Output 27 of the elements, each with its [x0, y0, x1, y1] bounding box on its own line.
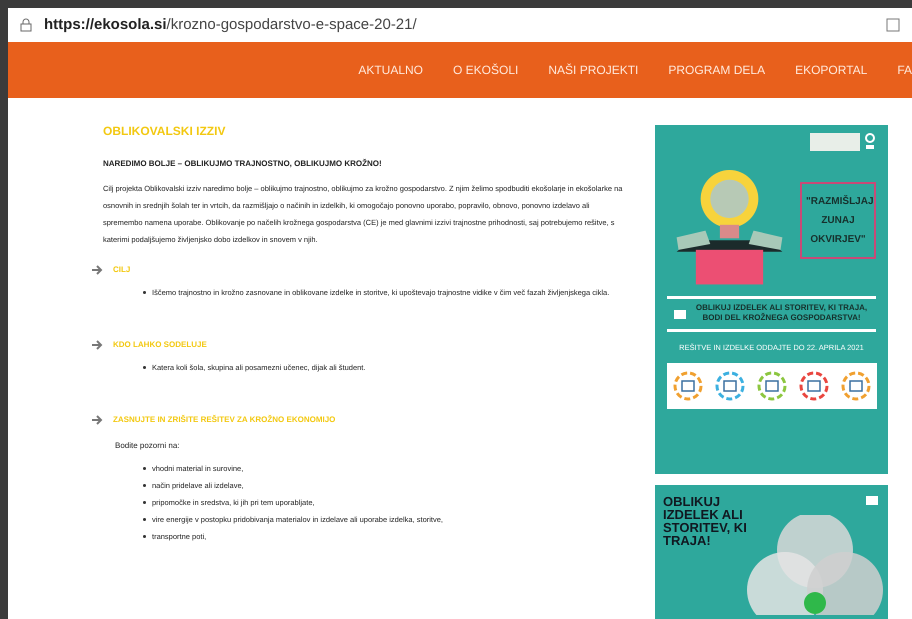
section-heading: CILJ [113, 264, 130, 276]
ring-icon [672, 370, 704, 402]
poster-headline: OBLIKUJ IZDELEK ALI STORITEV, KI TRAJA, BODI DEL KROŽNEGA GOSPODARSTVA! [694, 303, 868, 323]
arrow-icon [91, 415, 103, 425]
article-title: OBLIKOVALSKI IZZIV [103, 123, 226, 140]
nav-link[interactable]: PROGRAM DELA [668, 61, 766, 79]
logo-placeholder [810, 133, 860, 151]
lock-icon [20, 18, 32, 32]
ring-icon [798, 370, 830, 402]
section-heading: KDO LAHKO SODELUJE [113, 339, 207, 351]
quote-frame: "RAZMIŠLJAJ ZUNAJ OKVIRJEV" [800, 182, 876, 259]
nav-link[interactable]: NAŠI PROJEKTI [548, 61, 638, 79]
ring-icon [756, 370, 788, 402]
poster-headline: OBLIKUJ IZDELEK ALI STORITEV, KI TRAJA! [663, 495, 748, 547]
arrow-icon [91, 340, 103, 350]
nav-link[interactable]: AKTUALNO [358, 61, 423, 79]
nav-link[interactable]: O EKOŠOLI [453, 61, 518, 79]
article-subtitle: NAREDIMO BOLJE – OBLIKUJMO TRAJNOSTNO, OBLIKUJMO KROŽNO! [103, 158, 383, 170]
section-lead: Bodite pozorni na: [115, 440, 180, 452]
url-text[interactable]: https://ekosola.si/krozno-gospodarstvo-e-space-20-21/ [44, 14, 417, 36]
arrow-icon [91, 265, 103, 275]
nav-link[interactable]: FA [897, 61, 912, 79]
reader-icon[interactable] [886, 18, 900, 32]
ring-icon [714, 370, 746, 402]
section-heading: ZASNUJTE IN ZRIŠITE REŠITEV ZA KROŽNO EKONOMIJO [113, 414, 336, 426]
ring-icon [840, 370, 872, 402]
nav-link[interactable]: EKOPORTAL [795, 61, 868, 79]
